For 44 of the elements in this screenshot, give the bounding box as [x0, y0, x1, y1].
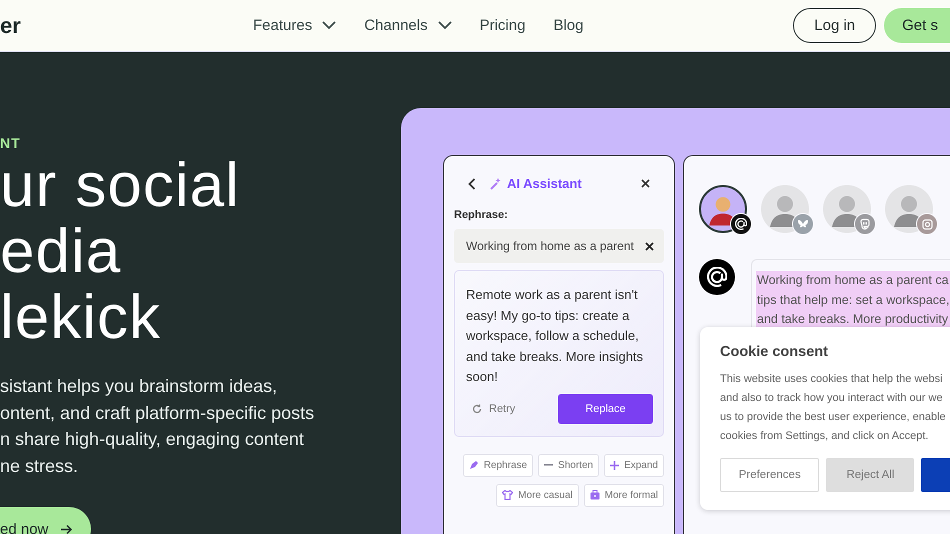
login-button[interactable]: Log in [793, 8, 876, 43]
result-text: Remote work as a parent isn't easy! My go-to tips: create a workspace, follow a schedule, and take breaks. More insights soon! [466, 286, 644, 386]
cookie-text: This website uses cookies that help the websi and also to track how you interact with our we us to provide the best user experience, enable cookies from Settings, and click on Accept. [720, 372, 947, 444]
briefcase-icon [590, 490, 600, 500]
chevron-down-icon [322, 21, 336, 30]
replace-button[interactable]: Replace [558, 394, 653, 424]
action-chip[interactable]: More formal [584, 484, 664, 506]
plus-icon [610, 460, 620, 470]
nav-link[interactable]: Pricing [480, 17, 526, 34]
shirt-icon [502, 490, 514, 500]
arrow-right-icon [60, 524, 74, 534]
magic-wand-icon [490, 178, 502, 190]
headline: ur social edia lekick [0, 153, 241, 351]
close-icon[interactable] [641, 179, 650, 188]
chevron-down-icon [438, 21, 452, 30]
action-chip[interactable]: Expand [604, 454, 664, 476]
clear-icon[interactable] [645, 242, 654, 250]
eyebrow-text: NT [0, 135, 22, 151]
field-label: Rephrase: [454, 209, 509, 221]
panel-title: AI Assistant [507, 176, 582, 191]
get-started-button[interactable]: Get s [884, 8, 950, 43]
nav-link[interactable]: Blog [553, 17, 584, 34]
at-sign-icon [707, 267, 727, 287]
pen-icon [468, 460, 479, 470]
retry-button[interactable]: Retry [466, 402, 522, 414]
at-sign-icon [735, 218, 747, 230]
preferences-button[interactable]: Preferences [720, 458, 820, 492]
description-text: sistant helps you brainstorm ideas, ontent, and craft platform-specific posts n share high-quality, engaging content ne stress. [0, 375, 316, 478]
camera-icon [922, 218, 932, 230]
minus-icon [544, 464, 554, 466]
refresh-icon [472, 404, 482, 414]
butterfly-icon [797, 218, 809, 230]
m-bubble-icon [859, 218, 871, 230]
get-started-button[interactable]: ed now [0, 507, 92, 534]
nav-link[interactable]: Features [253, 17, 336, 34]
logo-text[interactable]: er [0, 12, 253, 38]
back-icon[interactable] [468, 178, 476, 190]
dialog-title: Cookie consent [720, 344, 829, 360]
action-chip[interactable]: More casual [496, 484, 579, 506]
rephrase-input-field[interactable]: Working from home as a parent [454, 229, 664, 263]
post-text: Working from home as a parent ca tips that help me: set a workspace, and take breaks. More productivity [756, 271, 950, 330]
action-chip[interactable]: Shorten [538, 454, 600, 476]
nav-link[interactable]: Channels [364, 17, 452, 34]
action-chip[interactable]: Rephrase [462, 454, 534, 476]
